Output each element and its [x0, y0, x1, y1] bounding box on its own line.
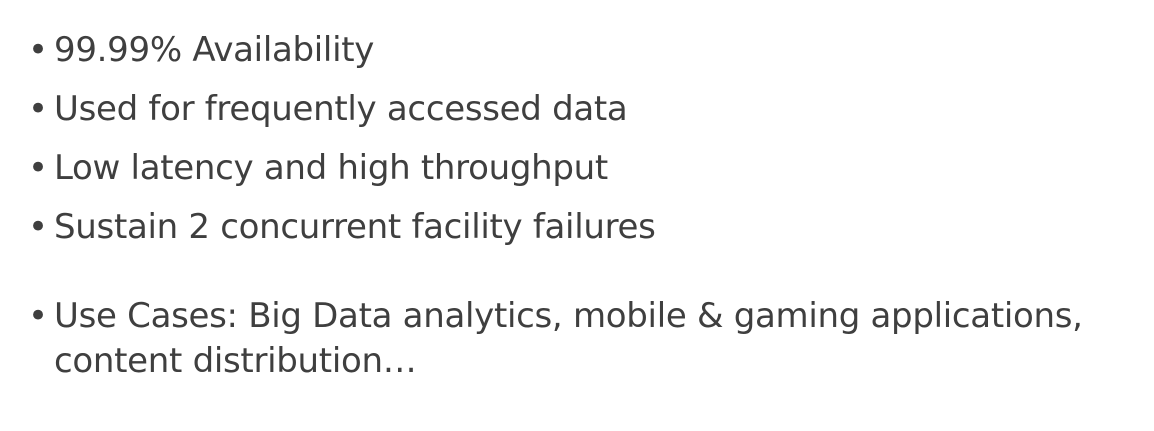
- bullet-item-failures: • Sustain 2 concurrent facility failures: [28, 205, 1138, 250]
- bullet-item-latency: • Low latency and high throughput: [28, 146, 1138, 191]
- bullet-icon: •: [28, 148, 48, 188]
- bullet-text: Use Cases: Big Data analytics, mobile & …: [54, 296, 1083, 381]
- bullet-text: Used for frequently accessed data: [54, 89, 628, 129]
- bullet-item-availability: • 99.99% Availability: [28, 28, 1138, 73]
- slide: • 99.99% Availability • Used for frequen…: [0, 0, 1154, 431]
- bullet-icon: •: [28, 89, 48, 129]
- bullet-item-frequent-access: • Used for frequently accessed data: [28, 87, 1138, 132]
- bullet-text: 99.99% Availability: [54, 30, 375, 70]
- bullet-list: • 99.99% Availability • Used for frequen…: [28, 28, 1138, 398]
- bullet-icon: •: [28, 207, 48, 247]
- bullet-text: Sustain 2 concurrent facility failures: [54, 207, 656, 247]
- bullet-item-use-cases: • Use Cases: Big Data analytics, mobile …: [28, 294, 1138, 384]
- bullet-icon: •: [28, 296, 48, 336]
- bullet-text: Low latency and high throughput: [54, 148, 608, 188]
- bullet-icon: •: [28, 30, 48, 70]
